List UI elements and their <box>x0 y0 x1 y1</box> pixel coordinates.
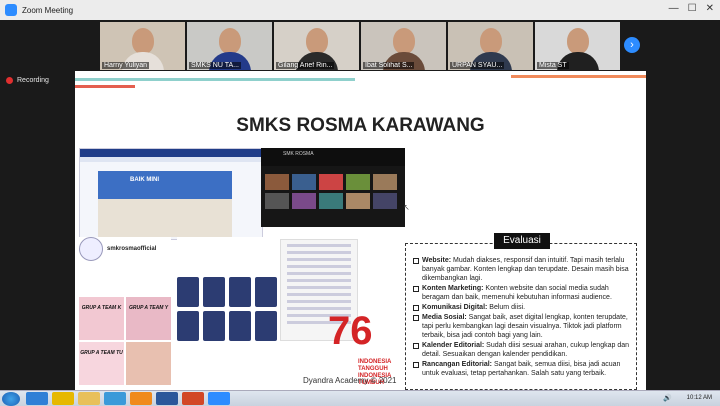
ig-tile-label: GRUP A TEAM Y <box>128 305 169 311</box>
evaluation-item: Media Sosial: Sangat baik, aset digital … <box>413 313 630 340</box>
evaluation-item-head: Kalender Editorial: <box>422 342 485 349</box>
evaluation-item-head: Rancangan Editorial: <box>422 361 493 368</box>
logo-text-line: INDONESIA <box>358 359 392 365</box>
evaluation-item-text: Mudah diakses, responsif dan intuitif. T… <box>422 257 629 282</box>
slide-decoration-line <box>75 78 355 81</box>
volume-icon[interactable]: 🔊 <box>663 395 672 402</box>
participant-tile[interactable]: Ibat Solihat S... <box>361 22 446 70</box>
participant-tile[interactable]: Gilang Arief Rin... <box>274 22 359 70</box>
ig-tile-label: GRUP A TEAM TU <box>80 350 123 356</box>
logo-number: 76 <box>328 309 373 353</box>
system-tray: 🔊 10:12 AM <box>663 391 712 402</box>
participant-tile[interactable]: Harny Yuliyan <box>100 22 185 70</box>
shared-slide: SMKS ROSMA KARAWANG BAIK MINI SMK ROSMA … <box>75 71 646 390</box>
participant-strip: Harny Yuliyan SMKS NU TA... Gilang Arief R… <box>100 22 620 70</box>
participant-name: Harny Yuliyan <box>102 62 150 69</box>
evaluation-item-head: Media Sosial: <box>422 314 467 321</box>
logo-text-line: TANGGUH <box>358 366 388 372</box>
participant-face <box>132 28 154 54</box>
instagram-feed-screenshot <box>177 237 277 347</box>
powerpoint-icon[interactable] <box>182 392 204 405</box>
evaluation-item: Kalender Editorial: Sudah diisi sesuai a… <box>413 341 630 359</box>
media-player-icon[interactable] <box>104 392 126 405</box>
minimize-button[interactable]: — <box>669 3 679 15</box>
window-title: Zoom Meeting <box>22 5 74 15</box>
evaluation-item: Rancangan Editorial: Sangat baik, semua … <box>413 360 630 378</box>
participant-tile[interactable]: Mista ST <box>535 22 620 70</box>
mouse-cursor-icon: ↖ <box>403 203 410 212</box>
participant-name: Ibat Solihat S... <box>363 62 415 69</box>
participant-face <box>567 28 589 54</box>
evaluation-item-head: Konten Marketing: <box>422 285 484 292</box>
maximize-button[interactable]: ☐ <box>688 3 697 15</box>
website-screenshot: BAIK MINI <box>79 148 263 240</box>
ig-tile-label: GRUP A TEAM K <box>81 305 122 311</box>
evaluation-item: Konten Marketing: Konten website dan soc… <box>413 284 630 302</box>
recording-label: Recording <box>17 77 49 84</box>
start-button[interactable] <box>2 391 20 406</box>
website-banner-caption: BAIK MINI <box>130 177 159 183</box>
slide-decoration-line <box>511 75 646 78</box>
evaluation-item-text: Belum diisi. <box>487 304 526 311</box>
meeting-stage: Harny Yuliyan SMKS NU TA... Gilang Arief R… <box>0 20 720 390</box>
ie-icon[interactable] <box>26 392 48 405</box>
windows-taskbar: 🔊 10:12 AM <box>0 390 720 406</box>
title-bar: Zoom Meeting — ☐ ✕ <box>0 0 720 21</box>
evaluation-item: Komunikasi Digital: Belum diisi. <box>413 303 630 312</box>
participant-name: Gilang Arief Rin... <box>276 62 335 69</box>
participant-tile[interactable]: SMKS NU TA... <box>187 22 272 70</box>
clock-time[interactable]: 10:12 AM <box>687 395 712 402</box>
participant-face <box>480 28 502 54</box>
evaluation-item-head: Komunikasi Digital: <box>422 304 488 311</box>
anniversary-logo: 76 INDONESIA TANGGUH INDONESIA TUMBUH <box>328 309 408 386</box>
evaluation-item: Website: Mudah diakses, responsif dan in… <box>413 256 630 283</box>
next-participants-button[interactable]: › <box>624 37 640 53</box>
zoom-icon[interactable] <box>208 392 230 405</box>
instagram-profile-screenshot: smkrosmaofficial GRUP A TEAM K GRUP A TE… <box>79 237 171 387</box>
recording-indicator[interactable]: Recording <box>6 77 49 84</box>
school-logo-icon <box>79 237 103 261</box>
instagram-handle: smkrosmaofficial <box>107 246 157 252</box>
slide-title: SMKS ROSMA KARAWANG <box>236 115 485 136</box>
participant-name: Mista ST <box>537 62 569 69</box>
recording-dot-icon <box>6 77 13 84</box>
participant-face <box>219 28 241 54</box>
chrome-icon[interactable] <box>52 392 74 405</box>
evaluation-box: Website: Mudah diakses, responsif dan in… <box>405 243 637 390</box>
participant-face <box>393 28 415 54</box>
slide-footer: Dyandra Academy © 2021 <box>303 376 397 385</box>
explorer-icon[interactable] <box>78 392 100 405</box>
youtube-channel-name: SMK ROSMA <box>283 151 314 157</box>
youtube-screenshot: SMK ROSMA <box>261 148 405 227</box>
close-button[interactable]: ✕ <box>706 3 714 15</box>
zoom-logo-icon <box>5 4 17 16</box>
participant-name: URPAN SYAU... <box>450 62 505 69</box>
word-icon[interactable] <box>156 392 178 405</box>
evaluation-item-head: Website: <box>422 257 452 264</box>
slide-decoration-line <box>75 85 135 88</box>
ig-tile-label <box>126 342 171 350</box>
participant-face <box>306 28 328 54</box>
evaluation-list: Website: Mudah diakses, responsif dan in… <box>412 256 630 378</box>
participant-tile[interactable]: URPAN SYAU... <box>448 22 533 70</box>
evaluation-title: Evaluasi <box>494 233 550 249</box>
vlc-icon[interactable] <box>130 392 152 405</box>
participant-name: SMKS NU TA... <box>189 62 241 69</box>
